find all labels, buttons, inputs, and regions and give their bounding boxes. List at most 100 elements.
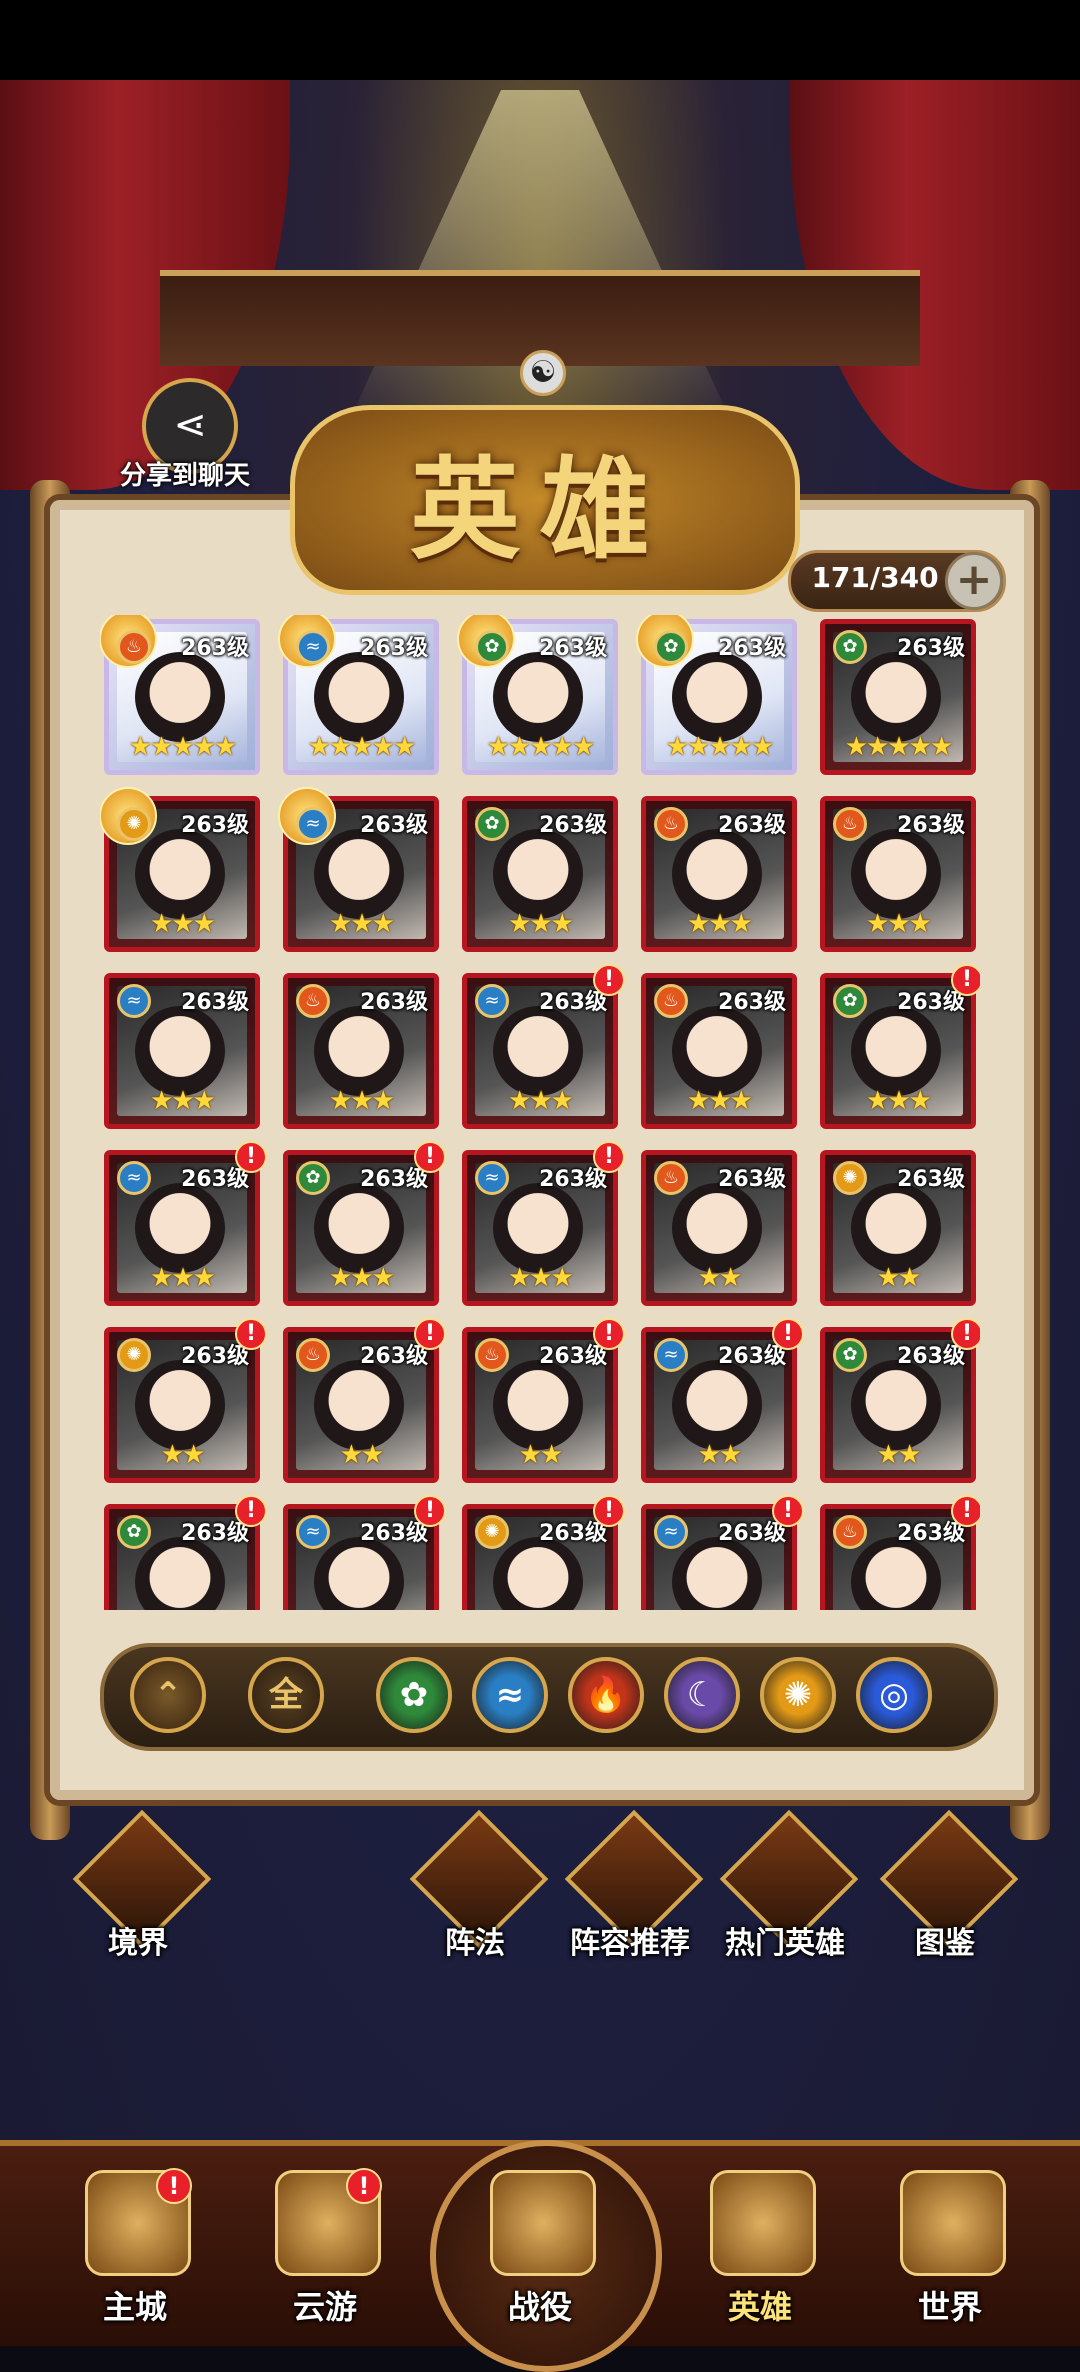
hero-card[interactable]: ♨ 263级 ★★★	[641, 973, 797, 1129]
hero-card[interactable]: ✺ 263级 ★★★	[100, 787, 260, 952]
alert-badge-icon: !	[235, 1141, 267, 1173]
hero-portrait	[672, 1360, 762, 1450]
hero-stars: ★★	[339, 1440, 385, 1470]
hero-card[interactable]: ✿ 263级 ★★★!	[283, 1141, 446, 1306]
alert-badge-icon: !	[414, 1495, 446, 1527]
hero-card[interactable]: ♨ 263级 ★★★	[641, 796, 797, 952]
hero-stars: ★★★★★	[128, 732, 238, 762]
sun-element-icon: ✺	[833, 1161, 867, 1195]
hero-card[interactable]: ✿ 263级 ★★★★★	[457, 615, 618, 775]
water-element-icon: ≈	[296, 807, 330, 841]
hero-card[interactable]: ✺ 263级 ★★!	[104, 1318, 267, 1483]
hero-card[interactable]: ♨ 263级 ★★★	[283, 973, 439, 1129]
sun-filter-button[interactable]: ✺	[760, 1657, 836, 1733]
hero-card[interactable]: ≈263级 ★★★!	[462, 1141, 625, 1306]
alert-badge-icon: !	[772, 1495, 804, 1527]
hero-card[interactable]: ≈263级!	[283, 1495, 446, 1610]
expand-capacity-button[interactable]: +	[945, 552, 1003, 610]
alert-badge-icon: !	[414, 1141, 446, 1173]
hero-card[interactable]: ≈263级 ★★★!	[462, 964, 625, 1129]
hero-level: 263级	[718, 990, 786, 1015]
filter-all-button[interactable]: 全	[248, 1657, 324, 1733]
fire-element-icon: ♨	[654, 807, 688, 841]
hero-portrait	[672, 1183, 762, 1273]
hero-card[interactable]: ♨ 263级 ★★★	[820, 796, 976, 952]
alert-badge-icon: !	[772, 1318, 804, 1350]
hero-stars: ★★★	[329, 909, 395, 939]
hero-card[interactable]: ✺ 263级 ★★	[820, 1150, 976, 1306]
hero-portrait	[493, 1183, 583, 1273]
hero-card[interactable]: ✺ 263级!	[462, 1495, 625, 1610]
nav-heroes[interactable]: 英雄	[685, 2160, 835, 2335]
lineup-recommend-button[interactable]: 阵容推荐	[560, 1809, 704, 1961]
hero-card[interactable]: ≈263级 ★★★	[104, 973, 260, 1129]
hero-level: 263级	[360, 990, 428, 1015]
hero-level: 263级	[181, 990, 249, 1015]
alert-badge-icon: !	[593, 1495, 625, 1527]
hero-card[interactable]: ≈263级 ★★★★★	[278, 615, 439, 775]
hero-stars: ★★	[518, 1440, 564, 1470]
hero-level: 263级	[360, 636, 428, 661]
hero-level: 263级	[539, 636, 607, 661]
fire-element-icon: ♨	[296, 984, 330, 1018]
hero-card[interactable]: ♨ 263级 ★★★★★	[100, 615, 260, 775]
hero-level: 263级	[897, 1167, 965, 1192]
alert-badge-icon: !	[346, 2168, 382, 2204]
yin-yang-icon: ☯	[520, 350, 566, 396]
hero-level: 263级	[897, 636, 965, 661]
nav-battle[interactable]: 战役	[465, 2160, 615, 2335]
hero-card[interactable]: ✿ 263级 ★★!	[820, 1318, 980, 1483]
nav-label: 战役	[507, 2288, 572, 2326]
hero-stars: ★★★	[150, 1263, 216, 1293]
hero-portrait	[135, 1006, 225, 1096]
codex-button[interactable]: 图鉴	[875, 1809, 1019, 1961]
fire-element-icon: ♨	[117, 630, 151, 664]
hero-level: 263级	[360, 813, 428, 838]
hero-level: 263级	[718, 636, 786, 661]
wood-filter-button[interactable]: ✿	[376, 1657, 452, 1733]
wind-filter-button[interactable]: ◎	[856, 1657, 932, 1733]
hero-portrait	[314, 1183, 404, 1273]
hero-portrait	[135, 1183, 225, 1273]
hero-stars: ★★★★★	[665, 732, 775, 762]
fire-filter-button[interactable]: 🔥	[568, 1657, 644, 1733]
hero-card[interactable]: ✿ 263级 ★★★★★	[820, 619, 976, 775]
hero-stars: ★★★	[866, 1086, 932, 1116]
hero-card[interactable]: ✿ 263级 ★★★★★	[636, 615, 797, 775]
share-label: 分享到聊天	[119, 461, 250, 491]
hero-portrait	[493, 1360, 583, 1450]
water-element-icon: ≈	[117, 984, 151, 1018]
hot-heroes-button[interactable]: 热门英雄	[715, 1809, 859, 1961]
hero-stars: ★★★★★	[307, 732, 417, 762]
hero-card[interactable]: ♨ 263级 ★★	[641, 1150, 797, 1306]
nav-travel[interactable]: 云游!	[250, 2160, 400, 2335]
hero-card[interactable]: ≈263级 ★★★	[278, 787, 439, 952]
water-filter-button[interactable]: ≈	[472, 1657, 548, 1733]
hero-stars: ★★★	[508, 909, 574, 939]
hero-card[interactable]: ≈263级!	[641, 1495, 804, 1610]
hero-card[interactable]: ✿ 263级 ★★★	[462, 796, 618, 952]
water-element-icon: ≈	[475, 984, 509, 1018]
hero-card[interactable]: ✿ 263级!	[104, 1495, 267, 1610]
nav-world[interactable]: 世界	[875, 2160, 1025, 2335]
alert-badge-icon: !	[951, 1495, 980, 1527]
hero-grid[interactable]: ♨ 263级 ★★★★★ ≈263级 ★★★★★ ✿ 263级 ★★★★★ ✿ 263级 ★★★★★…	[100, 615, 980, 1610]
hero-card[interactable]: ≈263级 ★★!	[641, 1318, 804, 1483]
moon-filter-button[interactable]: ☾	[664, 1657, 740, 1733]
hero-card[interactable]: ✿ 263级 ★★★!	[820, 964, 980, 1129]
hero-portrait	[672, 829, 762, 919]
nav-main-city[interactable]: 主城!	[60, 2160, 210, 2335]
wood-element-icon: ✿	[833, 984, 867, 1018]
hero-card[interactable]: ♨ 263级 ★★!	[462, 1318, 625, 1483]
hero-card[interactable]: ≈263级 ★★★!	[104, 1141, 267, 1306]
nav-label: 英雄	[727, 2288, 792, 2326]
hero-card[interactable]: ♨ 263级!	[820, 1495, 980, 1610]
hero-card[interactable]: ♨ 263级 ★★!	[283, 1318, 446, 1483]
hero-portrait	[493, 652, 583, 742]
function-label: 阵容推荐	[570, 1926, 690, 1961]
hero-level: 263级	[718, 1167, 786, 1192]
alert-badge-icon: !	[593, 1141, 625, 1173]
sort-toggle-button[interactable]: ⌃	[130, 1657, 206, 1733]
realm-button[interactable]: 境界	[68, 1809, 212, 1961]
formation-button[interactable]: 阵法	[405, 1809, 549, 1961]
